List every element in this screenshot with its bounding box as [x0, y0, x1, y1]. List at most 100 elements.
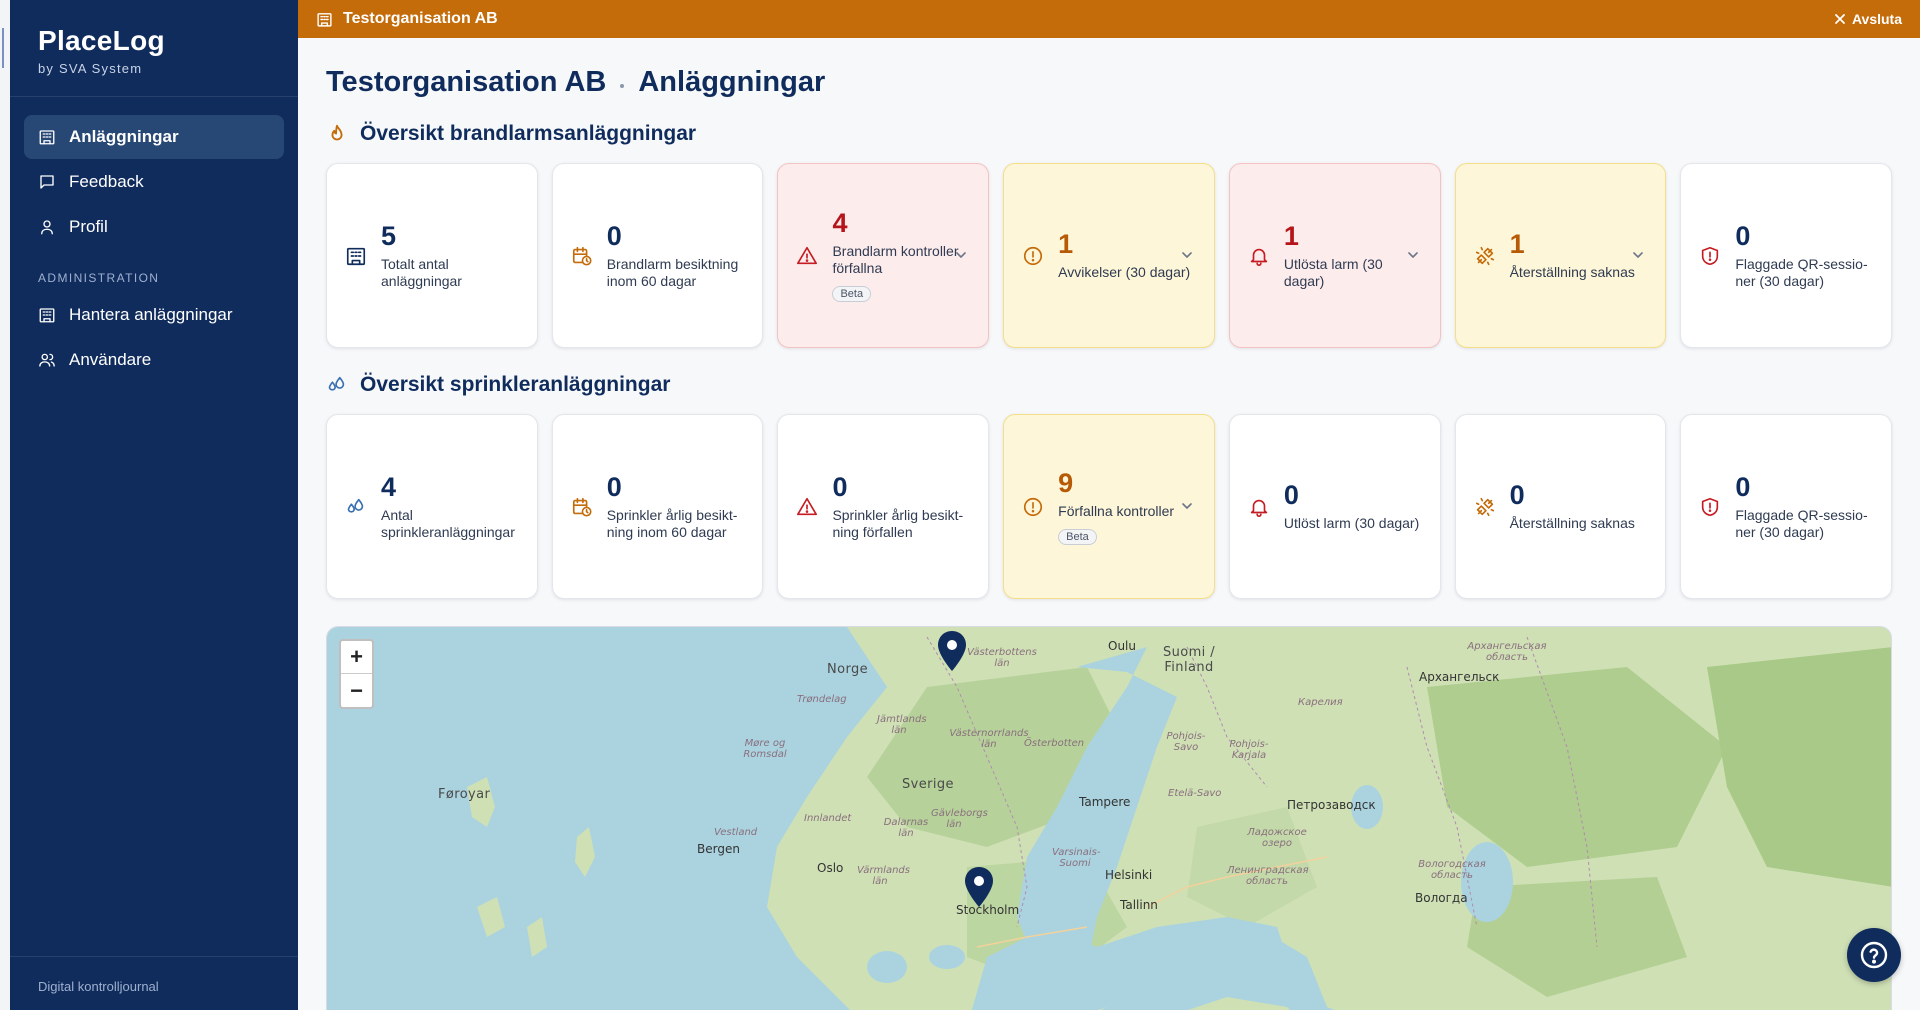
calendar-clock-icon — [571, 245, 593, 267]
stat-card[interactable]: 0 Återställning saknas — [1454, 414, 1667, 599]
zoom-in-button[interactable]: + — [341, 641, 372, 674]
sidebar-item-feedback[interactable]: Feedback — [24, 160, 284, 204]
stat-label: Flaggade QR-sessio­ner (30 dagar) — [1735, 506, 1868, 540]
help-button[interactable] — [1847, 928, 1901, 982]
map-label: Västernorrlands län — [949, 728, 1029, 750]
user-icon — [38, 218, 56, 236]
chevron-down-icon[interactable] — [1631, 248, 1645, 262]
stat-value: 4 — [832, 208, 848, 238]
stat-value: 9 — [1058, 467, 1074, 498]
map-label: Oslo — [817, 861, 844, 875]
stat-card[interactable]: 0 Sprinkler årlig besikt­ning förfallen — [777, 414, 990, 599]
map-label: Архангельская область — [1467, 641, 1547, 663]
page-title-section: Anläggningar — [638, 66, 826, 98]
page-title-org: Testorganisation AB — [326, 66, 607, 98]
stat-value: 1 — [1283, 220, 1299, 251]
map-label: Etelä-Savo — [1168, 788, 1222, 799]
map-label: Pohjois-Savo — [1166, 731, 1206, 753]
warning-triangle-icon — [796, 245, 818, 267]
exit-button[interactable]: Avsluta — [1834, 11, 1902, 27]
sidebar-item-label: Feedback — [69, 172, 144, 191]
building-icon — [38, 306, 56, 324]
map-label: Västerbottens län — [967, 647, 1037, 669]
stat-label: Antal sprinkleranläggning­ar — [381, 506, 515, 540]
stat-card-body: 0 Sprinkler årlig besikt­ning inom 60 dag… — [607, 473, 745, 541]
map-label: Ленинградская область — [1227, 865, 1309, 887]
alert-circle-icon — [1022, 245, 1044, 267]
zoom-out-button[interactable]: − — [341, 674, 372, 707]
stat-card[interactable]: 4 Antal sprinkleranläggning­ar — [326, 414, 538, 599]
stat-card[interactable]: 4 Brandlarm kon­troller förfallna Beta — [777, 163, 990, 348]
map-label: Suomi / Finland — [1162, 645, 1216, 675]
stat-card[interactable]: 0 Brandlarm besiktning inom 60 dagar — [551, 163, 764, 348]
stat-card[interactable]: 1 Återställning saknas — [1454, 163, 1667, 348]
stat-value: 1 — [1509, 229, 1525, 259]
map-pin[interactable] — [962, 865, 996, 909]
sidebar-item-anlaggningar[interactable]: Anläggningar — [24, 115, 284, 159]
calendar-clock-icon — [571, 496, 593, 518]
stat-card-body: 0 Återställning saknas — [1510, 481, 1648, 532]
message-icon — [38, 173, 56, 191]
stat-value: 0 — [1509, 480, 1525, 510]
org-name: Testorganisation AB — [343, 10, 498, 27]
bell-icon — [1248, 496, 1270, 518]
edge-marker — [2, 28, 4, 68]
stat-card[interactable]: 0 Utlöst larm (30 dagar) — [1228, 414, 1441, 599]
stat-card-body: 0 Sprinkler årlig besikt­ning förfallen — [832, 473, 970, 541]
stat-label: Totalt antal anläggningar — [381, 255, 462, 289]
droplets-icon — [345, 496, 367, 518]
brand-name[interactable]: PlaceLog — [38, 26, 270, 56]
shield-alert-icon — [1699, 245, 1721, 267]
fire-section-label: Översikt brandlarmsanläggningar — [360, 122, 697, 145]
chevron-down-icon[interactable] — [1180, 248, 1194, 262]
stat-card-body: 1 Avvikelser (30 dagar) — [1058, 230, 1196, 281]
stat-card[interactable]: 5 Totalt antal anläggningar — [326, 163, 538, 348]
map-label: Карелия — [1298, 697, 1343, 708]
chevron-down-icon[interactable] — [1180, 499, 1194, 513]
stat-card[interactable]: 0 Sprinkler årlig besikt­ning inom 60 dag… — [551, 414, 764, 599]
sidebar-item-label: Profil — [69, 217, 108, 236]
stat-card[interactable]: 1 Avvikelser (30 dagar) — [1003, 163, 1215, 348]
chevron-down-icon[interactable] — [954, 248, 968, 262]
brand: PlaceLog by SVA System — [10, 0, 298, 97]
map-label: Føroyar — [438, 787, 491, 802]
org-topbar: Testorganisation AB Avsluta — [298, 0, 1920, 38]
stat-card[interactable]: 0 Flaggade QR-sessio­ner (30 dagar) — [1680, 163, 1893, 348]
sidebar: PlaceLog by SVA System Anläggningar Feed… — [10, 0, 298, 1010]
sidebar-footer: Digital kontrolljournal — [10, 956, 298, 1010]
alert-circle-icon — [1022, 496, 1044, 518]
building-icon — [345, 245, 367, 267]
stat-value: 4 — [381, 471, 397, 502]
stat-label: Utlösta larm (30 dagar) — [1283, 255, 1383, 289]
stat-card[interactable]: 1 Utlösta larm (30 dagar) — [1228, 163, 1441, 348]
building-icon — [317, 12, 332, 27]
map-label: Jämtlands län — [877, 714, 927, 736]
map-label: Vestland — [714, 827, 758, 838]
map-label: Møre og Romsdal — [743, 738, 787, 760]
stat-value: 5 — [381, 220, 397, 251]
window-edge — [0, 0, 10, 1010]
stat-value: 0 — [606, 471, 622, 502]
stat-label: Flaggade QR-sessio­ner (30 dagar) — [1735, 255, 1868, 289]
fire-cards: 5 Totalt antal anläggningar 0 Brandlarm bes… — [326, 163, 1893, 348]
map-label: Bergen — [697, 842, 740, 856]
page-title: Testorganisation AB Anläggningar — [326, 66, 1892, 99]
stat-card-body: 0 Utlöst larm (30 dagar) — [1284, 481, 1422, 532]
sidebar-item-profil[interactable]: Profil — [24, 205, 284, 249]
chevron-down-icon[interactable] — [1406, 248, 1420, 262]
map-zoom-control: + − — [339, 639, 374, 709]
stat-card[interactable]: 9 Förfallna kontroller Beta — [1003, 414, 1215, 599]
map-pin[interactable] — [935, 629, 969, 673]
sprinkler-cards: 4 Antal sprinkleranläggning­ar 0 Sprinkler … — [326, 414, 1893, 599]
sidebar-item-hantera-anlaggningar[interactable]: Hantera anläggningar — [24, 293, 284, 337]
facility-map[interactable]: + − Oulu Suomi / Finland Архангельская о… — [326, 626, 1892, 1010]
help-circle-icon — [1860, 941, 1888, 969]
stat-card-body: 0 Brandlarm besiktning inom 60 dagar — [607, 222, 745, 290]
sprinkler-section-label: Översikt sprinkleranläggningar — [360, 373, 671, 396]
stat-value: 0 — [1283, 480, 1299, 510]
stat-card[interactable]: 0 Flaggade QR-sessio­ner (30 dagar) — [1680, 414, 1893, 599]
sidebar-item-anvandare[interactable]: Användare — [24, 338, 284, 382]
bell-icon — [1248, 245, 1270, 267]
stat-label: Brandlarm besiktning inom 60 dagar — [606, 255, 739, 289]
exit-label: Avsluta — [1851, 11, 1902, 27]
